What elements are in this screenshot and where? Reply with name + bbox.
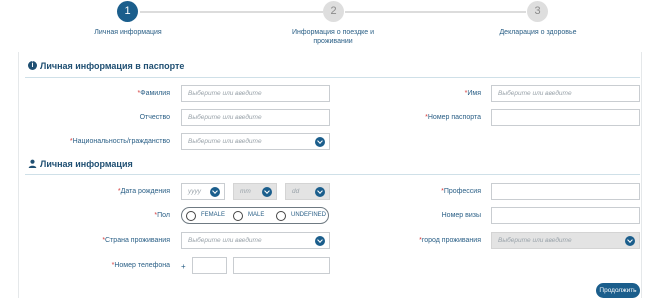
country-label-text: Страна проживания	[105, 237, 170, 244]
chevron-down-icon[interactable]	[315, 137, 325, 147]
gender-female-label[interactable]: FEMALE	[201, 212, 225, 218]
profession-label-text: Профессия	[443, 188, 481, 195]
personal-section-title: Личная информация	[40, 159, 133, 169]
city-label-text: город проживания	[421, 237, 481, 244]
country-select[interactable]: Выберите или введите	[181, 232, 330, 249]
profession-input[interactable]	[491, 183, 640, 200]
gender-label-text: Пол	[157, 212, 170, 219]
phone-label: *Номер телефона	[60, 262, 170, 269]
nationality-label: *Национальность/гражданство	[40, 138, 170, 145]
stepper-line-2	[345, 11, 526, 13]
chevron-down-icon[interactable]	[210, 187, 220, 197]
passport-section-title: Личная информация в паспорте	[40, 61, 185, 71]
country-label: *Страна проживания	[60, 237, 170, 244]
gender-label: *Пол	[60, 212, 170, 219]
step-2-label-line2: проживании	[313, 38, 353, 45]
step-1-indicator[interactable]: 1	[117, 1, 138, 22]
gender-male-label[interactable]: MALE	[248, 212, 264, 218]
nationality-placeholder: Выберите или введите	[188, 138, 262, 145]
step-1-label[interactable]: Личная информация	[78, 28, 178, 37]
birth-day-placeholder: dd	[292, 188, 300, 195]
birth-year-placeholder: yyyy	[188, 188, 201, 195]
birth-month-select[interactable]: mm	[233, 183, 277, 200]
nationality-select[interactable]: Выберите или введите	[181, 133, 330, 150]
phone-label-text: Номер телефона	[114, 262, 170, 269]
step-3-label[interactable]: Декларация о здоровье	[488, 28, 588, 37]
phone-country-code-input[interactable]	[192, 257, 227, 274]
patronymic-input[interactable]: Выберите или введите	[181, 109, 330, 126]
personal-section-divider	[25, 174, 640, 175]
step-2-label[interactable]: Информация о поездке и проживании	[283, 28, 383, 46]
birth-year-select[interactable]: yyyy	[181, 183, 225, 200]
country-placeholder: Выберите или введите	[188, 237, 262, 244]
birth-month-placeholder: mm	[240, 188, 251, 195]
step-2-indicator[interactable]: 2	[323, 1, 344, 22]
city-placeholder: Выберите или введите	[498, 237, 572, 244]
gender-undefined-label[interactable]: UNDEFINED	[291, 212, 326, 218]
passport-number-label-text: Номер паспорта	[427, 114, 481, 121]
visa-number-label: Номер визы	[441, 212, 481, 219]
birth-date-label: *Дата рождения	[60, 188, 170, 195]
name-label: *Имя	[380, 90, 481, 97]
city-select[interactable]: Выберите или введите	[491, 232, 640, 249]
person-icon	[28, 159, 37, 168]
gender-female-radio[interactable]	[186, 211, 196, 221]
name-input[interactable]: Выберите или введите	[491, 85, 640, 102]
surname-input[interactable]: Выберите или введите	[181, 85, 330, 102]
chevron-down-icon[interactable]	[262, 187, 272, 197]
phone-number-input[interactable]	[233, 257, 330, 274]
phone-plus-prefix: +	[181, 262, 186, 271]
visa-number-input[interactable]	[491, 207, 640, 224]
gender-male-radio[interactable]	[233, 211, 243, 221]
surname-label: *Фамилия	[60, 90, 170, 97]
continue-button[interactable]: Продолжить	[596, 283, 640, 298]
surname-label-text: Фамилия	[140, 90, 170, 97]
step-3-indicator[interactable]: 3	[527, 1, 548, 22]
step-2-label-line1: Информация о поездке и	[291, 29, 375, 36]
chevron-down-icon[interactable]	[315, 236, 325, 246]
passport-number-label: *Номер паспорта	[380, 114, 481, 121]
gender-radio-group: FEMALE MALE UNDEFINED	[181, 207, 329, 224]
profession-label: *Профессия	[380, 188, 481, 195]
birth-day-select[interactable]: dd	[285, 183, 330, 200]
chevron-down-icon[interactable]	[315, 187, 325, 197]
nationality-label-text: Национальность/гражданство	[72, 138, 170, 145]
name-label-text: Имя	[467, 90, 481, 97]
passport-section-divider	[25, 77, 640, 78]
chevron-down-icon[interactable]	[625, 236, 635, 246]
city-label: *город проживания	[380, 237, 481, 244]
patronymic-label: Отчество	[139, 114, 170, 121]
stepper-line-1	[140, 11, 323, 13]
birth-date-label-text: Дата рождения	[120, 188, 170, 195]
gender-undefined-radio[interactable]	[276, 211, 286, 221]
info-icon: i	[28, 61, 37, 70]
passport-number-input[interactable]	[491, 109, 640, 126]
